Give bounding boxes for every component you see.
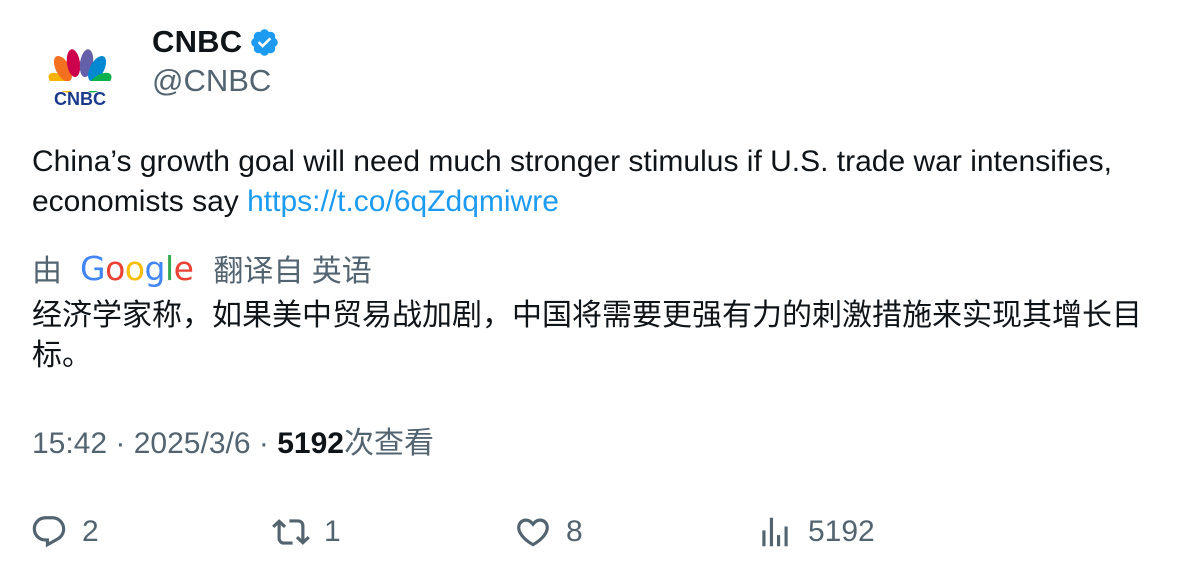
meta-separator: · — [107, 427, 134, 460]
avatar[interactable]: CNBC — [34, 30, 126, 122]
translated-text: 经济学家称，如果美中贸易战加剧，中国将需要更强有力的刺激措施来实现其增长目标。 — [32, 299, 1142, 372]
views-action-count: 5192 — [808, 515, 875, 548]
meta-separator: · — [250, 427, 278, 460]
tweet-meta: 15:42 · 2025/3/6 · 5192次查看 — [32, 424, 434, 464]
google-logo[interactable]: Google — [80, 249, 194, 288]
like-button[interactable]: 8 — [514, 510, 583, 554]
author-name[interactable]: CNBC — [152, 24, 242, 60]
analytics-icon — [762, 517, 788, 547]
verified-badge-icon[interactable] — [249, 27, 280, 58]
action-bar: 2 1 8 5192 — [30, 510, 1170, 554]
tweet-text: China’s growth goal will need much stron… — [32, 142, 1162, 222]
retweet-count: 1 — [324, 515, 341, 548]
translation-suffix: 翻译自 英语 — [213, 255, 372, 288]
reply-count: 2 — [82, 515, 99, 548]
avatar-logo-text: CNBC — [54, 89, 106, 109]
views-label: 次查看 — [343, 427, 434, 460]
heart-icon — [517, 518, 549, 547]
views-count: 5192 — [277, 427, 344, 460]
reply-icon — [32, 516, 66, 548]
tweet-time[interactable]: 15:42 — [32, 427, 107, 460]
author-block: CNBC @CNBC — [152, 22, 280, 99]
tweet-link[interactable]: https://t.co/6qZdqmiwre — [247, 185, 559, 218]
translation-prefix: 由 — [32, 255, 62, 288]
like-count: 8 — [566, 515, 583, 548]
tweet-body: China’s growth goal will need much stron… — [32, 145, 1112, 218]
reply-button[interactable]: 2 — [30, 510, 99, 554]
author-name-row: CNBC — [152, 22, 280, 62]
views-button[interactable]: 5192 — [756, 510, 875, 554]
tweet-date[interactable]: 2025/3/6 — [134, 427, 251, 460]
translation-attribution: 由 Google 翻译自 英语 — [32, 246, 372, 290]
retweet-icon — [272, 519, 310, 545]
author-handle[interactable]: @CNBC — [152, 63, 280, 99]
retweet-button[interactable]: 1 — [272, 510, 341, 554]
cnbc-peacock-logo: CNBC — [48, 49, 112, 109]
